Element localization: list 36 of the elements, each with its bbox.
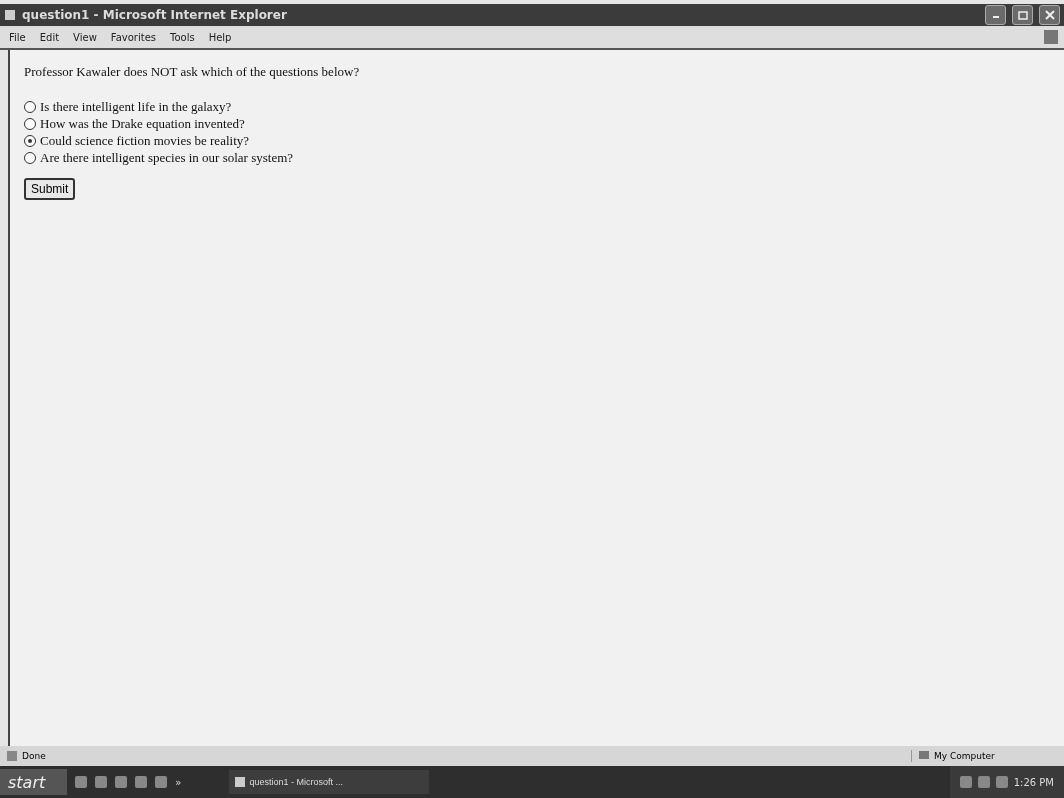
maximize-icon	[1017, 10, 1028, 20]
tray-icon[interactable]	[977, 776, 990, 788]
overflow-chevron[interactable]: »	[175, 776, 182, 788]
quick-launch-icon[interactable]	[75, 776, 88, 788]
maximize-button[interactable]	[1012, 5, 1033, 25]
clock: 1:26 PM	[1013, 776, 1054, 788]
option-label: Could science fiction movies be reality?	[40, 132, 249, 149]
radio-button[interactable]	[24, 117, 36, 130]
window-title: question1 - Microsoft Internet Explorer	[22, 8, 288, 22]
menu-item[interactable]: Favorites	[105, 31, 161, 43]
quick-launch-icon[interactable]	[95, 776, 108, 788]
start-button[interactable]: start	[0, 769, 68, 795]
option-label: Are there intelligent species in our solar system?	[40, 149, 294, 166]
zone-text: My Computer	[934, 751, 995, 761]
quick-launch-icon[interactable]	[115, 776, 128, 788]
radio-button[interactable]	[24, 100, 36, 113]
menu-item[interactable]: Tools	[165, 31, 200, 43]
taskbar-task[interactable]: question1 - Microsoft ...	[229, 770, 430, 794]
radio-button[interactable]	[24, 151, 36, 164]
option-label: Is there intelligent life in the galaxy?	[40, 98, 232, 115]
quick-launch-icon[interactable]	[155, 776, 168, 788]
quick-launch-icon[interactable]	[135, 776, 148, 788]
menu-item[interactable]: View	[68, 31, 102, 43]
menu-item[interactable]: File	[4, 31, 31, 43]
menu-item[interactable]: Help	[203, 31, 237, 43]
close-button[interactable]	[1039, 5, 1060, 25]
tray-icon[interactable]	[995, 776, 1008, 788]
tray-icon[interactable]	[959, 776, 972, 788]
minimize-button[interactable]	[985, 5, 1006, 25]
option-label: How was the Drake equation invented?	[40, 115, 245, 132]
question-text: Professor Kawaler does NOT ask which of the questions below?	[24, 64, 360, 80]
menu-item[interactable]: Edit	[34, 31, 65, 43]
close-icon	[1044, 10, 1055, 20]
submit-button[interactable]: Submit	[24, 178, 76, 200]
status-text: Done	[22, 751, 47, 761]
radio-button[interactable]	[24, 134, 36, 147]
